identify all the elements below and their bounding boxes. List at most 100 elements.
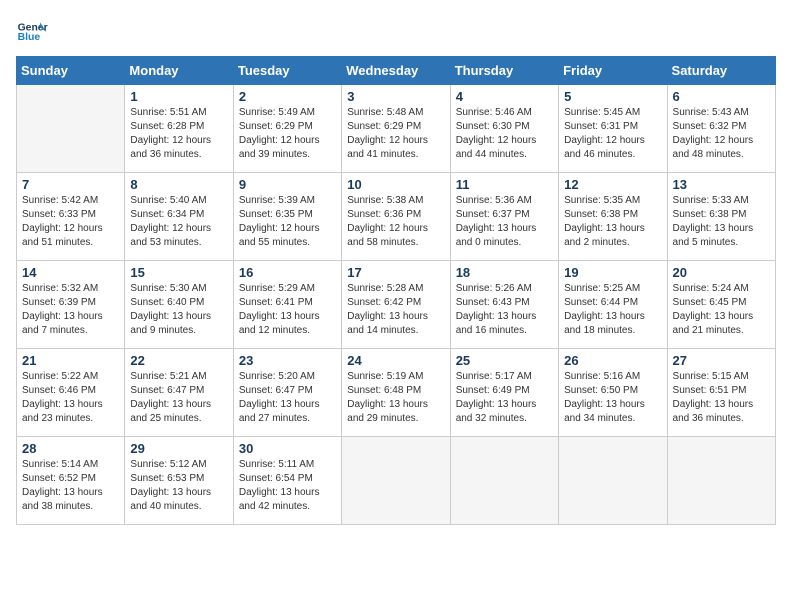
day-info: Sunrise: 5:39 AMSunset: 6:35 PMDaylight:… <box>239 194 336 250</box>
calendar-cell: 6 Sunrise: 5:43 AMSunset: 6:32 PMDaylight… <box>667 85 775 173</box>
day-info: Sunrise: 5:51 AMSunset: 6:28 PMDaylight:… <box>130 106 227 162</box>
calendar-cell: 28 Sunrise: 5:14 AMSunset: 6:52 PMDayligh… <box>17 437 125 525</box>
day-info: Sunrise: 5:46 AMSunset: 6:30 PMDaylight:… <box>456 106 553 162</box>
weekday-header: Friday <box>559 57 667 85</box>
day-info: Sunrise: 5:26 AMSunset: 6:43 PMDaylight:… <box>456 282 553 338</box>
calendar-cell: 22Sunrise: 5:21 AMSunset: 6:47 PMDayligh… <box>125 349 233 437</box>
day-info: Sunrise: 5:19 AMSunset: 6:48 PMDaylight:… <box>347 370 444 426</box>
day-info: Sunrise: 5:12 AMSunset: 6:53 PMDaylight:… <box>130 458 227 514</box>
calendar-header-row: SundayMondayTuesdayWednesdayThursdayFrid… <box>17 57 776 85</box>
day-number: 10 <box>347 177 444 192</box>
day-number: 9 <box>239 177 336 192</box>
calendar-cell: 29 Sunrise: 5:12 AMSunset: 6:53 PMDayligh… <box>125 437 233 525</box>
day-number: 6 <box>673 89 770 104</box>
calendar-week-row: 21Sunrise: 5:22 AMSunset: 6:46 PMDayligh… <box>17 349 776 437</box>
calendar-cell: 2 Sunrise: 5:49 AMSunset: 6:29 PMDaylight… <box>233 85 341 173</box>
weekday-header: Tuesday <box>233 57 341 85</box>
day-info: Sunrise: 5:49 AMSunset: 6:29 PMDaylight:… <box>239 106 336 162</box>
calendar-cell <box>667 437 775 525</box>
day-number: 26 <box>564 353 661 368</box>
calendar-cell <box>559 437 667 525</box>
day-number: 2 <box>239 89 336 104</box>
calendar-table: SundayMondayTuesdayWednesdayThursdayFrid… <box>16 56 776 525</box>
weekday-header: Wednesday <box>342 57 450 85</box>
day-number: 29 <box>130 441 227 456</box>
day-info: Sunrise: 5:17 AMSunset: 6:49 PMDaylight:… <box>456 370 553 426</box>
day-info: Sunrise: 5:16 AMSunset: 6:50 PMDaylight:… <box>564 370 661 426</box>
weekday-header: Thursday <box>450 57 558 85</box>
calendar-week-row: 1Sunrise: 5:51 AMSunset: 6:28 PMDaylight… <box>17 85 776 173</box>
day-number: 30 <box>239 441 336 456</box>
day-info: Sunrise: 5:32 AMSunset: 6:39 PMDaylight:… <box>22 282 119 338</box>
day-number: 19 <box>564 265 661 280</box>
day-number: 13 <box>673 177 770 192</box>
calendar-week-row: 14 Sunrise: 5:32 AMSunset: 6:39 PMDayligh… <box>17 261 776 349</box>
weekday-header: Monday <box>125 57 233 85</box>
calendar-week-row: 7 Sunrise: 5:42 AMSunset: 6:33 PMDaylight… <box>17 173 776 261</box>
calendar-cell: 20 Sunrise: 5:24 AMSunset: 6:45 PMDayligh… <box>667 261 775 349</box>
calendar-cell: 17Sunrise: 5:28 AMSunset: 6:42 PMDayligh… <box>342 261 450 349</box>
svg-text:Blue: Blue <box>18 32 41 43</box>
calendar-cell: 18 Sunrise: 5:26 AMSunset: 6:43 PMDayligh… <box>450 261 558 349</box>
day-info: Sunrise: 5:24 AMSunset: 6:45 PMDaylight:… <box>673 282 770 338</box>
day-info: Sunrise: 5:38 AMSunset: 6:36 PMDaylight:… <box>347 194 444 250</box>
calendar-cell: 27 Sunrise: 5:15 AMSunset: 6:51 PMDayligh… <box>667 349 775 437</box>
day-info: Sunrise: 5:29 AMSunset: 6:41 PMDaylight:… <box>239 282 336 338</box>
day-number: 12 <box>564 177 661 192</box>
calendar-cell <box>17 85 125 173</box>
calendar-cell: 19 Sunrise: 5:25 AMSunset: 6:44 PMDayligh… <box>559 261 667 349</box>
day-number: 7 <box>22 177 119 192</box>
day-number: 15 <box>130 265 227 280</box>
calendar-cell: 5 Sunrise: 5:45 AMSunset: 6:31 PMDaylight… <box>559 85 667 173</box>
calendar-cell: 9 Sunrise: 5:39 AMSunset: 6:35 PMDaylight… <box>233 173 341 261</box>
day-info: Sunrise: 5:11 AMSunset: 6:54 PMDaylight:… <box>239 458 336 514</box>
calendar-cell: 7 Sunrise: 5:42 AMSunset: 6:33 PMDaylight… <box>17 173 125 261</box>
day-number: 16 <box>239 265 336 280</box>
calendar-cell: 21Sunrise: 5:22 AMSunset: 6:46 PMDayligh… <box>17 349 125 437</box>
day-number: 8 <box>130 177 227 192</box>
calendar-cell: 30 Sunrise: 5:11 AMSunset: 6:54 PMDayligh… <box>233 437 341 525</box>
day-number: 28 <box>22 441 119 456</box>
calendar-week-row: 28 Sunrise: 5:14 AMSunset: 6:52 PMDayligh… <box>17 437 776 525</box>
day-info: Sunrise: 5:28 AMSunset: 6:42 PMDaylight:… <box>347 282 444 338</box>
calendar-cell: 3Sunrise: 5:48 AMSunset: 6:29 PMDaylight… <box>342 85 450 173</box>
calendar-cell <box>342 437 450 525</box>
day-info: Sunrise: 5:40 AMSunset: 6:34 PMDaylight:… <box>130 194 227 250</box>
logo: General Blue <box>16 16 48 48</box>
day-info: Sunrise: 5:43 AMSunset: 6:32 PMDaylight:… <box>673 106 770 162</box>
calendar-cell: 16 Sunrise: 5:29 AMSunset: 6:41 PMDayligh… <box>233 261 341 349</box>
day-info: Sunrise: 5:45 AMSunset: 6:31 PMDaylight:… <box>564 106 661 162</box>
weekday-header: Saturday <box>667 57 775 85</box>
day-number: 18 <box>456 265 553 280</box>
calendar-cell: 11Sunrise: 5:36 AMSunset: 6:37 PMDayligh… <box>450 173 558 261</box>
day-number: 25 <box>456 353 553 368</box>
calendar-cell: 4 Sunrise: 5:46 AMSunset: 6:30 PMDaylight… <box>450 85 558 173</box>
day-number: 14 <box>22 265 119 280</box>
calendar-cell: 15 Sunrise: 5:30 AMSunset: 6:40 PMDayligh… <box>125 261 233 349</box>
calendar-cell: 12 Sunrise: 5:35 AMSunset: 6:38 PMDayligh… <box>559 173 667 261</box>
calendar-cell <box>450 437 558 525</box>
day-info: Sunrise: 5:22 AMSunset: 6:46 PMDaylight:… <box>22 370 119 426</box>
day-info: Sunrise: 5:36 AMSunset: 6:37 PMDaylight:… <box>456 194 553 250</box>
calendar-body: 1Sunrise: 5:51 AMSunset: 6:28 PMDaylight… <box>17 85 776 525</box>
day-info: Sunrise: 5:42 AMSunset: 6:33 PMDaylight:… <box>22 194 119 250</box>
day-number: 5 <box>564 89 661 104</box>
day-info: Sunrise: 5:25 AMSunset: 6:44 PMDaylight:… <box>564 282 661 338</box>
day-info: Sunrise: 5:14 AMSunset: 6:52 PMDaylight:… <box>22 458 119 514</box>
day-number: 23 <box>239 353 336 368</box>
calendar-cell: 10 Sunrise: 5:38 AMSunset: 6:36 PMDayligh… <box>342 173 450 261</box>
day-info: Sunrise: 5:15 AMSunset: 6:51 PMDaylight:… <box>673 370 770 426</box>
day-number: 20 <box>673 265 770 280</box>
day-number: 24 <box>347 353 444 368</box>
day-info: Sunrise: 5:35 AMSunset: 6:38 PMDaylight:… <box>564 194 661 250</box>
day-info: Sunrise: 5:33 AMSunset: 6:38 PMDaylight:… <box>673 194 770 250</box>
calendar-cell: 13 Sunrise: 5:33 AMSunset: 6:38 PMDayligh… <box>667 173 775 261</box>
calendar-cell: 8 Sunrise: 5:40 AMSunset: 6:34 PMDaylight… <box>125 173 233 261</box>
logo-icon: General Blue <box>16 16 48 48</box>
day-info: Sunrise: 5:20 AMSunset: 6:47 PMDaylight:… <box>239 370 336 426</box>
calendar-cell: 25 Sunrise: 5:17 AMSunset: 6:49 PMDayligh… <box>450 349 558 437</box>
calendar-cell: 1Sunrise: 5:51 AMSunset: 6:28 PMDaylight… <box>125 85 233 173</box>
day-info: Sunrise: 5:30 AMSunset: 6:40 PMDaylight:… <box>130 282 227 338</box>
day-number: 27 <box>673 353 770 368</box>
day-number: 4 <box>456 89 553 104</box>
